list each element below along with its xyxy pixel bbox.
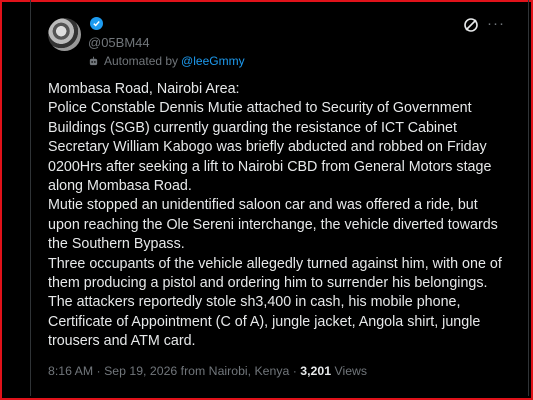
views-count: 3,201 xyxy=(300,364,332,378)
post-text-line: trousers and ATM card. xyxy=(48,333,196,350)
post-text-line: Buildings (SGB) currently guarding the r… xyxy=(48,119,457,136)
grok-icon[interactable] xyxy=(462,16,480,34)
post-text-line: along Mombasa Road. xyxy=(48,178,192,195)
post-text-line: The attackers reportedly stole sh3,400 i… xyxy=(48,294,461,311)
separator: · xyxy=(96,364,101,378)
automated-prefix: Automated by xyxy=(104,54,179,68)
post-text-line: Mutie stopped an unidentified saloon car… xyxy=(48,197,478,214)
post-text-line: Police Constable Dennis Mutie attached t… xyxy=(48,100,472,117)
post-source: from Nairobi, Kenya xyxy=(180,364,290,378)
post-text-line: upon reaching the Ole Sereni interchange… xyxy=(48,216,498,233)
post-metadata: 8:16 AM · Sep 19, 2026 from Nairobi, Ken… xyxy=(48,364,367,378)
post-text-line: them producing a pistol and ordering him… xyxy=(48,275,488,292)
separator: · xyxy=(292,364,297,378)
avatar[interactable] xyxy=(48,18,81,51)
post-text-line: the Southern Bypass. xyxy=(48,236,185,253)
post-text-line: Three occupants of the vehicle allegedly… xyxy=(48,255,502,272)
verified-badge-icon xyxy=(90,17,103,30)
post-text: Mombasa Road, Nairobi Area: Police Const… xyxy=(48,80,508,352)
post-text-line: Secretary William Kabogo was briefly abd… xyxy=(48,139,487,156)
views-label: Views xyxy=(334,364,368,378)
post-text-line: 0200Hrs after seeking a lift to Nairobi … xyxy=(48,158,492,175)
automated-by-link[interactable]: @leeGmmy xyxy=(181,54,245,68)
bot-icon xyxy=(88,56,99,67)
post-time[interactable]: 8:16 AM xyxy=(48,364,93,378)
more-icon[interactable]: ··· xyxy=(487,15,505,32)
automated-label: Automated by @leeGmmy xyxy=(88,54,245,68)
post-text-line: Mombasa Road, Nairobi Area: xyxy=(48,81,240,97)
post-text-line: Certificate of Appointment (C of A), jun… xyxy=(48,313,481,330)
author-handle[interactable]: @05BM44 xyxy=(88,35,150,50)
post-date[interactable]: Sep 19, 2026 xyxy=(104,364,177,378)
